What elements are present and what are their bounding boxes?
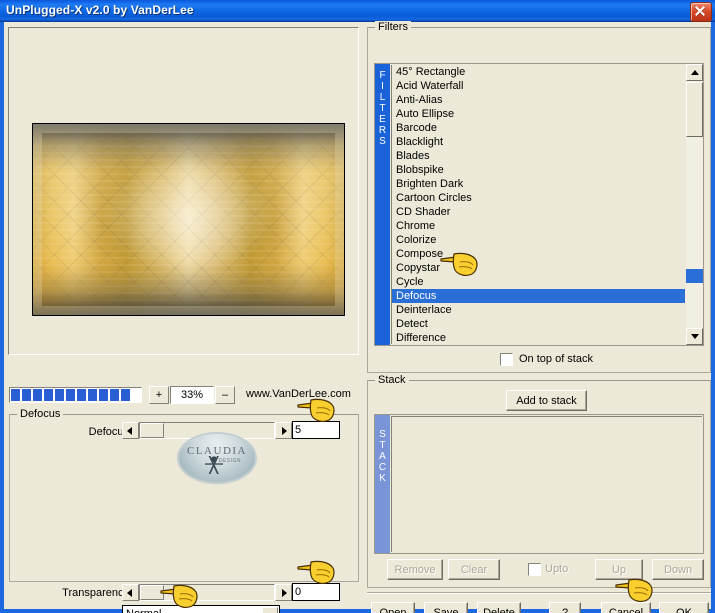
on-top-of-stack-label: On top of stack [519, 353, 593, 365]
triangle-right-icon [282, 427, 287, 435]
filter-list-item[interactable]: Blades [392, 149, 685, 163]
window-title: UnPlugged-X v2.0 by VanDerLee [6, 3, 194, 17]
progress-segment [88, 389, 97, 401]
filter-list-item[interactable]: Cycle [392, 275, 685, 289]
claudia-watermark: CLAUDIA DESIGN [179, 434, 255, 482]
progress-segment [55, 389, 64, 401]
add-to-stack-button[interactable]: Add to stack [506, 390, 587, 411]
filters-groupbox-title: Filters [375, 21, 411, 33]
defocus-decrement-button[interactable] [122, 422, 139, 439]
window-body: + 33% – www.VanDerLee.com Defocus Defocu… [0, 21, 715, 613]
cancel-button[interactable]: Cancel [601, 602, 651, 613]
blend-mode-dropdown[interactable]: Normal [122, 605, 280, 613]
stack-list[interactable] [391, 416, 702, 552]
transparency-value-field[interactable]: 0 [292, 583, 340, 601]
zoom-out-button[interactable]: – [215, 386, 235, 404]
transparency-slider-thumb[interactable] [140, 585, 164, 600]
transparency-decrement-button[interactable] [122, 584, 139, 601]
stack-remove-button[interactable]: Remove [387, 559, 443, 580]
filter-list-item[interactable]: Colorize [392, 233, 685, 247]
filter-list-item[interactable]: Defocus [392, 289, 685, 303]
defocus-increment-button[interactable] [275, 422, 292, 439]
filter-list-item[interactable]: Brighten Dark [392, 177, 685, 191]
progress-segment [110, 389, 119, 401]
upto-label: Upto [545, 563, 569, 575]
unplugged-x-window: UnPlugged-X v2.0 by VanDerLee + 33% – ww… [0, 0, 715, 613]
filter-list-item[interactable]: Anti-Alias [392, 93, 685, 107]
triangle-down-glyph [691, 334, 699, 339]
upto-checkbox[interactable] [528, 563, 541, 576]
save-button[interactable]: Save [424, 602, 468, 613]
claudia-watermark-figure-icon [205, 456, 223, 474]
filter-list-item[interactable]: Cartoon Circles [392, 191, 685, 205]
zoom-in-button[interactable]: + [149, 386, 169, 404]
filter-list-item[interactable]: 45° Rectangle [392, 65, 685, 79]
defocus-slider-label: Defocus [88, 426, 129, 438]
scroll-down-icon[interactable] [686, 328, 703, 345]
filter-list-item[interactable]: Copystar [392, 261, 685, 275]
scrollbar-thumb[interactable] [686, 82, 703, 137]
close-icon[interactable] [690, 2, 712, 22]
filter-list-item[interactable]: Deinterlace [392, 303, 685, 317]
stack-groupbox-title: Stack [375, 374, 409, 386]
ok-button[interactable]: OK [659, 602, 709, 613]
filter-list-item[interactable]: Acid Waterfall [392, 79, 685, 93]
progress-segment [66, 389, 75, 401]
filters-list[interactable]: 45° Rectangle Acid Waterfall Anti-Alias Aut… [391, 65, 685, 344]
stack-vertical-label: STACK [375, 415, 390, 553]
filter-list-item[interactable]: Difference [392, 331, 685, 344]
stack-down-button[interactable]: Down [652, 559, 704, 580]
stack-listbox[interactable]: STACK [374, 414, 704, 554]
defocus-value-field[interactable]: 5 [292, 421, 340, 439]
progress-segment [121, 389, 130, 401]
filter-list-item[interactable]: Blobspike [392, 163, 685, 177]
defocus-groupbox: Defocus [9, 408, 359, 582]
triangle-up-glyph [691, 70, 699, 75]
open-button[interactable]: Open [371, 602, 415, 613]
progress-segment [33, 389, 42, 401]
progress-bar [9, 387, 142, 403]
transparency-slider-track[interactable] [139, 584, 275, 601]
chevron-down-icon[interactable] [262, 607, 278, 613]
triangle-right-icon [282, 589, 287, 597]
filter-list-item[interactable]: Compose [392, 247, 685, 261]
filter-list-item[interactable]: Chrome [392, 219, 685, 233]
stack-up-button[interactable]: Up [595, 559, 643, 580]
title-bar: UnPlugged-X v2.0 by VanDerLee [0, 0, 715, 22]
defocus-slider-thumb[interactable] [140, 423, 164, 438]
progress-segment [22, 389, 31, 401]
transparency-label: Transparency [62, 587, 129, 599]
defocus-groupbox-title: Defocus [17, 408, 64, 420]
filter-list-item[interactable]: Barcode [392, 121, 685, 135]
progress-segment [77, 389, 86, 401]
preview-image-frame [33, 124, 344, 315]
triangle-left-icon [127, 589, 132, 597]
zoom-level-value: 33% [170, 386, 214, 404]
filter-list-item[interactable]: Detect [392, 317, 685, 331]
scroll-up-icon[interactable] [686, 64, 703, 81]
progress-segment [44, 389, 53, 401]
filters-listbox[interactable]: FILTERS 45° Rectangle Acid Waterfall Anti-… [374, 63, 704, 346]
filters-scrollbar[interactable] [686, 64, 703, 345]
filter-list-item[interactable]: Blacklight [392, 135, 685, 149]
scrollbar-track-marker [686, 269, 703, 283]
progress-segment [99, 389, 108, 401]
preview-image[interactable] [32, 123, 345, 316]
on-top-of-stack-checkbox[interactable] [500, 353, 513, 366]
help-button[interactable]: ? [549, 602, 581, 613]
bottom-separator [367, 592, 711, 594]
filter-list-item[interactable]: CD Shader [392, 205, 685, 219]
preview-pane [8, 27, 359, 355]
filter-list-item[interactable]: Auto Ellipse [392, 107, 685, 121]
progress-segment [11, 389, 20, 401]
transparency-increment-button[interactable] [275, 584, 292, 601]
delete-button[interactable]: Delete [477, 602, 521, 613]
website-label: www.VanDerLee.com [246, 388, 351, 400]
zoom-row: + 33% – www.VanDerLee.com [9, 386, 359, 406]
blend-mode-selected-value: Normal [126, 608, 161, 613]
stack-clear-button[interactable]: Clear [448, 559, 500, 580]
filters-vertical-label: FILTERS [375, 64, 390, 345]
triangle-left-icon [127, 427, 132, 435]
